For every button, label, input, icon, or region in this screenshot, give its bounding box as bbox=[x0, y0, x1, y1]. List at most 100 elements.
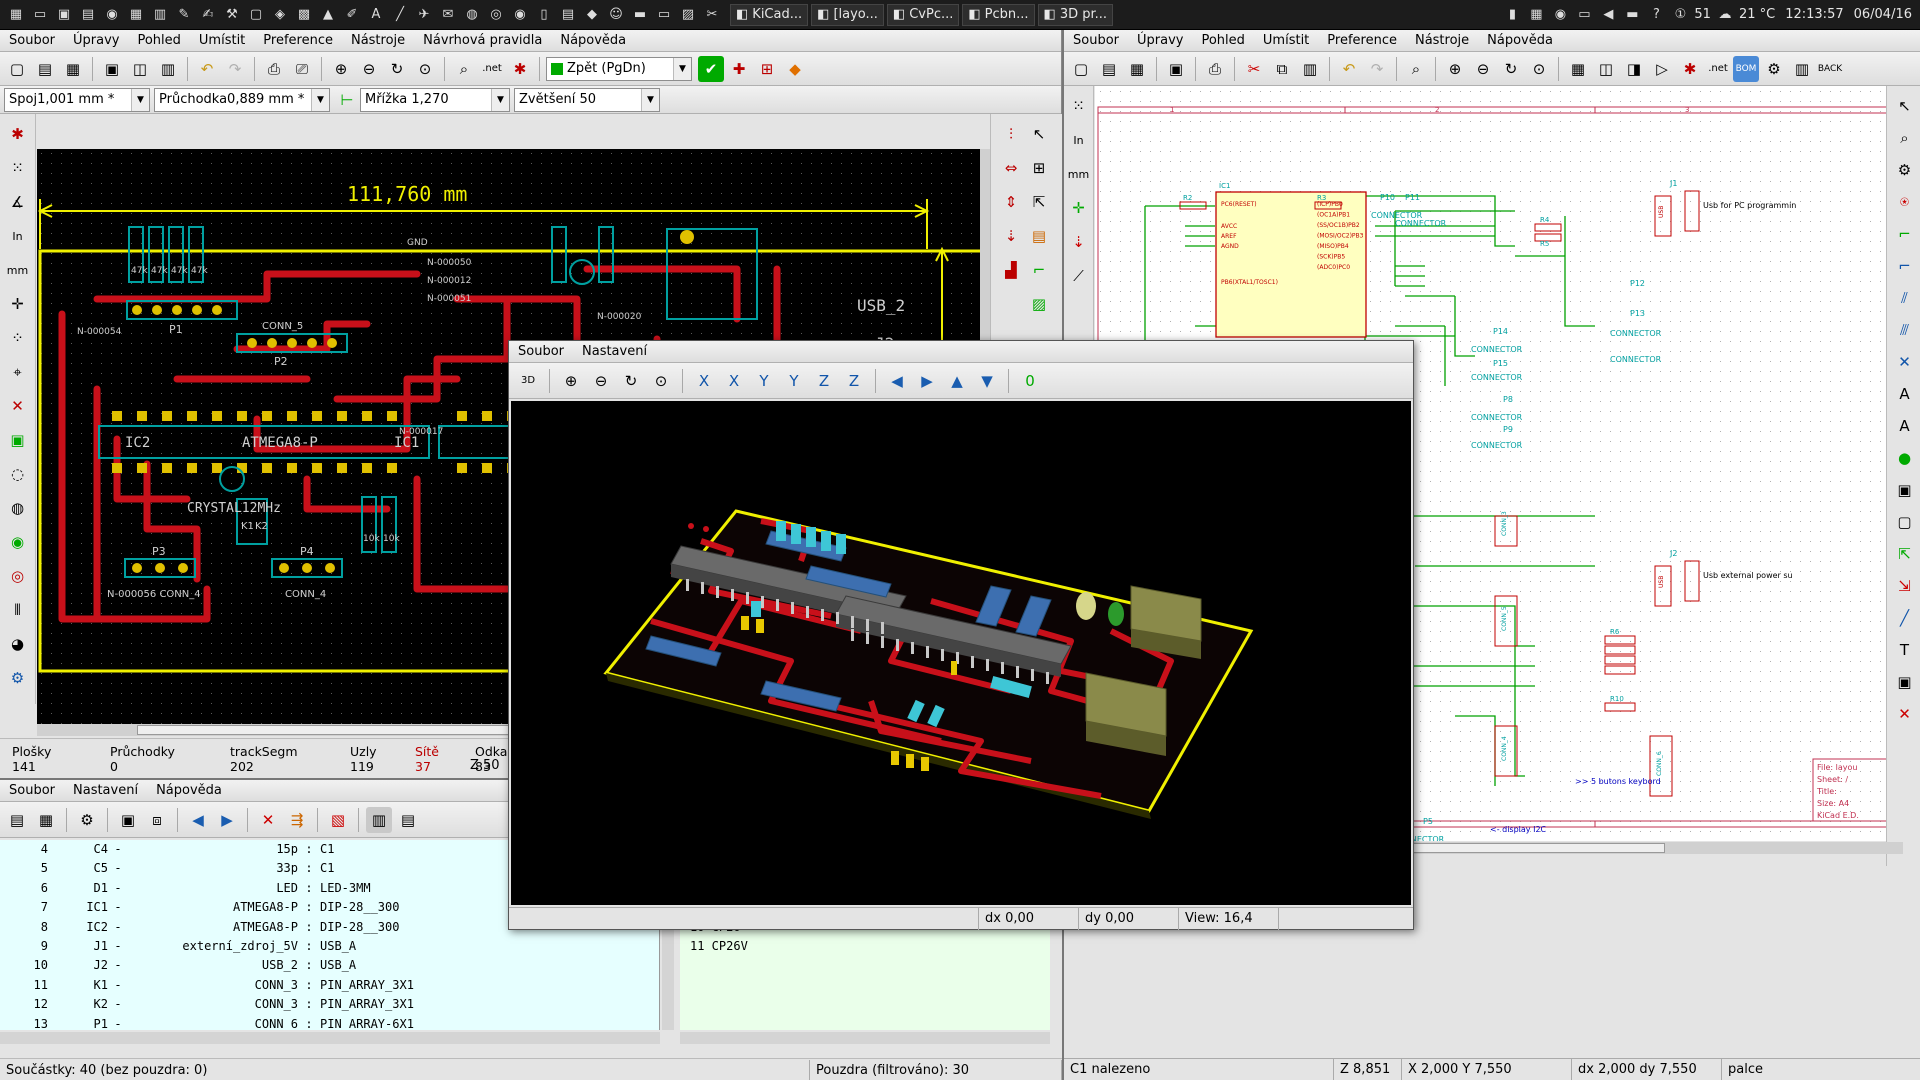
workspace-icon[interactable]: ▮ bbox=[1502, 5, 1522, 25]
component-row[interactable]: 13 P1- CONN_6: PIN_ARRAY-6X1 bbox=[8, 1015, 659, 1030]
viewer3d-canvas[interactable] bbox=[511, 401, 1411, 905]
add-entry-icon[interactable]: ⫽ bbox=[1891, 284, 1919, 312]
track-width-select[interactable]: Spoj1,001 mm * ▼ bbox=[4, 87, 150, 112]
grid-select[interactable]: Mřížka 1,270 ▼ bbox=[360, 87, 510, 112]
hierarchy-icon[interactable]: ▦ bbox=[1565, 56, 1591, 82]
network-icon[interactable]: ◉ bbox=[1550, 5, 1570, 25]
add-polygon-icon[interactable]: ▨ bbox=[1025, 290, 1053, 318]
v3d-zoom-fit-icon[interactable]: ⊙ bbox=[648, 368, 674, 394]
fire-icon[interactable]: ◆ bbox=[582, 5, 602, 25]
redo-icon[interactable]: ↷ bbox=[222, 56, 248, 82]
add-junction-icon[interactable]: ● bbox=[1891, 444, 1919, 472]
print-schematic-icon[interactable]: ⎙ bbox=[1202, 56, 1228, 82]
task-pcbnew[interactable]: ◧ Pcbn... bbox=[962, 3, 1035, 26]
eye-icon[interactable]: ◉ bbox=[510, 5, 530, 25]
page-setup-icon[interactable]: ▣ bbox=[1163, 56, 1189, 82]
undo-icon[interactable]: ↶ bbox=[194, 56, 220, 82]
back-annotate-icon[interactable]: BACK bbox=[1817, 56, 1843, 82]
font-icon[interactable]: A bbox=[366, 5, 386, 25]
volume-icon[interactable]: ◀ bbox=[1598, 5, 1618, 25]
sch-netlist-icon[interactable]: .net bbox=[1705, 56, 1731, 82]
module-library-icon[interactable]: ▥ bbox=[155, 56, 181, 82]
plane-icon[interactable]: ✈ bbox=[414, 5, 434, 25]
filter-keyword-icon[interactable]: ▥ bbox=[366, 806, 392, 833]
highlight-net-icon[interactable]: ⫶ bbox=[997, 120, 1025, 148]
menu-icon[interactable]: ▦ bbox=[6, 5, 26, 25]
v3d-zoom-out-icon[interactable]: ⊖ bbox=[588, 368, 614, 394]
lib-editor-icon[interactable]: ◫ bbox=[1593, 56, 1619, 82]
microwave-icon[interactable]: ⚙ bbox=[4, 664, 32, 692]
high-contrast-icon[interactable]: ⫴ bbox=[4, 596, 32, 624]
task-eeschema[interactable]: ◧ [layo... bbox=[811, 3, 884, 26]
open-icon[interactable]: ▤ bbox=[32, 56, 58, 82]
sch-zoom-in-icon[interactable]: ⊕ bbox=[1442, 56, 1468, 82]
sch-menu-nastroje[interactable]: Nástroje bbox=[1406, 33, 1478, 48]
comp-hscroll[interactable] bbox=[0, 1032, 660, 1044]
rotate-y-neg-icon[interactable]: Y bbox=[751, 368, 777, 394]
sch-mm-icon[interactable]: mm bbox=[1065, 160, 1093, 188]
sch-highlight-icon[interactable]: ⌕ bbox=[1891, 124, 1919, 152]
chart-icon[interactable]: ▥ bbox=[150, 5, 170, 25]
pcbnew-launch-icon[interactable]: ▥ bbox=[1789, 56, 1815, 82]
pad-sketch-icon[interactable]: ◍ bbox=[4, 494, 32, 522]
component-row[interactable]: 12 K2- CONN_3: PIN_ARRAY_3X1 bbox=[8, 995, 659, 1014]
drc-icon[interactable]: ✱ bbox=[507, 56, 533, 82]
pager-icon[interactable]: ▦ bbox=[1526, 5, 1546, 25]
view-footprint-icon[interactable]: ▣ bbox=[115, 807, 141, 833]
v3d-snapshot-icon[interactable]: 3D bbox=[515, 368, 541, 394]
open-schematic-icon[interactable]: ▤ bbox=[1096, 56, 1122, 82]
cvpcb-menu-soubor[interactable]: Soubor bbox=[0, 783, 64, 798]
menu-navrhova-pravidla[interactable]: Návrhová pravidla bbox=[414, 33, 551, 48]
help-icon[interactable]: ? bbox=[1646, 5, 1666, 25]
via-sketch-icon[interactable]: ◉ bbox=[4, 528, 32, 556]
save-icon[interactable]: ▦ bbox=[60, 56, 86, 82]
editor-icon[interactable]: ✎ bbox=[174, 5, 194, 25]
plot-icon[interactable]: ⎚ bbox=[289, 56, 315, 82]
write-icon[interactable]: ✐ bbox=[342, 5, 362, 25]
mountain-icon[interactable]: ▲ bbox=[318, 5, 338, 25]
ratsnest-icon[interactable]: ⁘ bbox=[4, 324, 32, 352]
new-board-icon[interactable]: ▢ bbox=[4, 56, 30, 82]
menu-napoveda[interactable]: Nápověda bbox=[551, 33, 635, 48]
add-keepout-icon[interactable]: ▟ bbox=[997, 256, 1025, 284]
smile-icon[interactable]: ☺ bbox=[606, 5, 626, 25]
sch-select-icon[interactable]: ↖ bbox=[1891, 92, 1919, 120]
no-connect-icon[interactable]: ✕ bbox=[1891, 348, 1919, 376]
add-zone-icon[interactable]: ▤ bbox=[1025, 222, 1053, 250]
warning-icon[interactable]: ◆ bbox=[782, 56, 808, 82]
update-icon[interactable]: ① bbox=[1670, 5, 1690, 25]
layer-pair-icon[interactable]: ✔ bbox=[698, 55, 724, 82]
add-component-icon[interactable]: ⍟ bbox=[1891, 188, 1919, 216]
globe-icon[interactable]: ◎ bbox=[486, 5, 506, 25]
sch-redraw-icon[interactable]: ↻ bbox=[1498, 56, 1524, 82]
delete-item-icon[interactable]: ✕ bbox=[1891, 700, 1919, 728]
cvpcb-launch-icon[interactable]: ⚙ bbox=[1761, 56, 1787, 82]
task-cvpcb[interactable]: ◧ CvPc... bbox=[886, 3, 960, 26]
add-module-icon[interactable]: ⊞ bbox=[1025, 154, 1053, 182]
new-schematic-icon[interactable]: ▢ bbox=[1068, 56, 1094, 82]
polar-icon[interactable]: ∡ bbox=[4, 188, 32, 216]
drc-off-icon[interactable]: ✱ bbox=[4, 120, 32, 148]
find-icon[interactable]: ⌕ bbox=[451, 56, 477, 82]
save-netlist-icon[interactable]: ▦ bbox=[33, 807, 59, 833]
print-icon[interactable]: ⎙ bbox=[261, 56, 287, 82]
sch-find-icon[interactable]: ⌕ bbox=[1403, 56, 1429, 82]
sch-undo-icon[interactable]: ↶ bbox=[1336, 56, 1362, 82]
add-sheet-icon[interactable]: ▢ bbox=[1891, 508, 1919, 536]
auto-associate-icon[interactable]: ⧈ bbox=[144, 807, 170, 833]
module-editor-icon[interactable]: ◫ bbox=[127, 56, 153, 82]
fp-hscroll[interactable] bbox=[680, 1032, 1050, 1044]
copy-icon[interactable]: ⧉ bbox=[1269, 56, 1295, 82]
ortho-icon[interactable]: 0 bbox=[1017, 368, 1043, 394]
add-track-icon[interactable]: ⇕ bbox=[997, 188, 1025, 216]
menu-umistit[interactable]: Umístit bbox=[190, 33, 254, 48]
tools-icon[interactable]: ⚒ bbox=[222, 5, 242, 25]
add-sheet-pin-icon[interactable]: ⇲ bbox=[1891, 572, 1919, 600]
zoom-in-icon[interactable]: ⊕ bbox=[328, 56, 354, 82]
notes-icon[interactable]: ✍ bbox=[198, 5, 218, 25]
sch-menu-soubor[interactable]: Soubor bbox=[1064, 33, 1128, 48]
paste-icon[interactable]: ▥ bbox=[1297, 56, 1323, 82]
add-label-icon[interactable]: A bbox=[1891, 380, 1919, 408]
footprint-row[interactable]: 11 CP26V bbox=[690, 937, 1050, 956]
pen-icon[interactable]: ╱ bbox=[390, 5, 410, 25]
